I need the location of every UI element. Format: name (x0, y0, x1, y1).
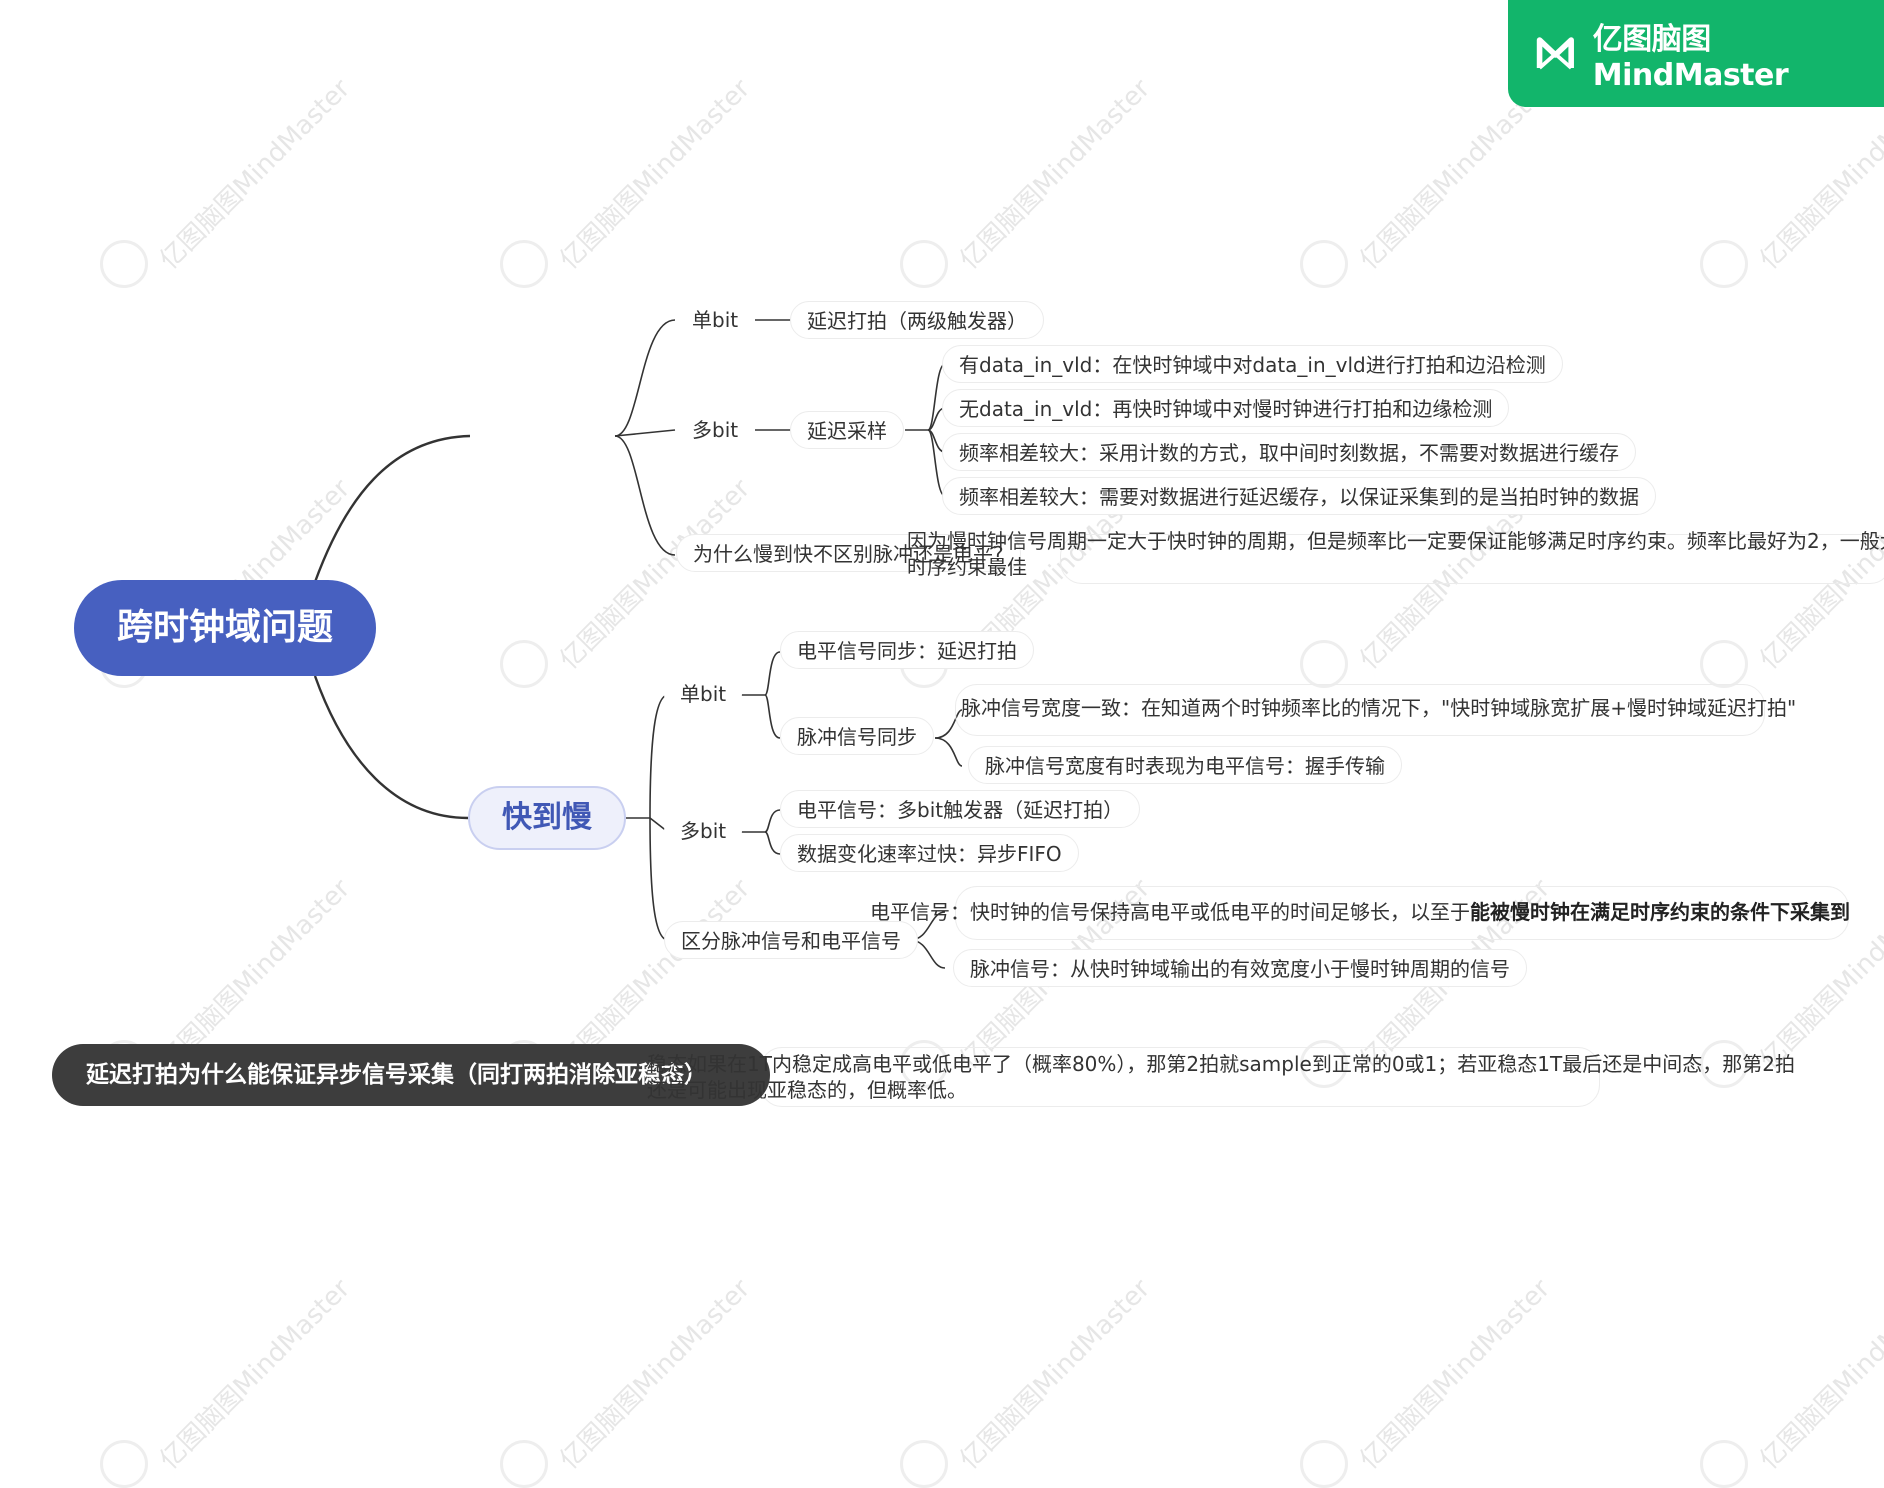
root-topic[interactable]: 跨时钟域问题 (74, 580, 376, 676)
fast-single-bit-node[interactable]: 单bit (664, 675, 743, 713)
slow-multi-item-2[interactable]: 无data_in_vld：再快时钟域中对慢时钟进行打拍和边缘检测 (942, 389, 1510, 427)
mindmaster-logo-icon (1536, 36, 1574, 69)
fast-single-level-sync[interactable]: 电平信号同步：延迟打拍 (780, 631, 1034, 669)
fast-pulse-item-1[interactable]: 脉冲信号宽度一致：在知道两个时钟频率比的情况下，"快时钟域脉宽扩展+慢时钟域延迟… (945, 689, 1812, 727)
slow-why-answer-line-1: 因为慢时钟信号周期一定大于快时钟的周期，但是频率比一定要保证能够满足时序约束。频… (907, 529, 1884, 553)
brand-name: 亿图脑图MindMaster (1592, 22, 1789, 93)
slow-branch-line-why (614, 435, 676, 556)
watermark-logo-icon (1300, 1440, 1348, 1488)
dual-ff-answer[interactable]: 稳态如果在1T内稳定成高电平或低电平了（概率80%），那第2拍就sample到正… (647, 1051, 1795, 1103)
fast-single-pulse-sync[interactable]: 脉冲信号同步 (780, 717, 934, 755)
slow-why-answer[interactable]: 因为慢时钟信号周期一定大于快时钟的周期，但是频率比一定要保证能够满足时序约束。频… (907, 528, 1884, 580)
slow-multi-item-3[interactable]: 频率相差较大：采用计数的方式，取中间时刻数据，不需要对数据进行缓存 (942, 433, 1636, 471)
slow-multi-bit-method[interactable]: 延迟采样 (790, 411, 904, 449)
root-to-fast-slow-line (313, 675, 469, 820)
fast-distinguish-pulse[interactable]: 脉冲信号：从快时钟域输出的有效宽度小于慢时钟周期的信号 (953, 949, 1527, 987)
watermark-logo-icon (100, 1440, 148, 1488)
slow-single-bit-method[interactable]: 延迟打拍（两级触发器） (790, 301, 1044, 339)
root-to-slow-fast-line (313, 434, 471, 583)
watermark-logo-icon (900, 1440, 948, 1488)
fast-to-slow-topic[interactable]: 快到慢 (468, 786, 626, 850)
dual-ff-answer-line-1: 稳态如果在1T内稳定成高电平或低电平了（概率80%），那第2拍就sample到正… (647, 1052, 1795, 1076)
fast-distinguish-level-text: 电平信号：快时钟的信号保持高电平或低电平的时间足够长，以至于 (870, 900, 1470, 924)
fast-distinguish-level-strong: 能被慢时钟在满足时序约束的条件下采集到 (1470, 900, 1850, 924)
fast-distinguish-level[interactable]: 电平信号：快时钟的信号保持高电平或低电平的时间足够长，以至于能被慢时钟在满足时序… (870, 899, 1850, 925)
slow-branch-line-single (614, 319, 676, 437)
slow-single-bit-node[interactable]: 单bit (676, 301, 755, 339)
slow-multi-item-4[interactable]: 频率相差较大：需要对数据进行延迟缓存，以保证采集到的是当拍时钟的数据 (942, 477, 1656, 515)
slow-multi-bit-node[interactable]: 多bit (676, 411, 755, 449)
fast-multi-bit-node[interactable]: 多bit (664, 812, 743, 850)
slow-multi-item-1[interactable]: 有data_in_vld：在快时钟域中对data_in_vld进行打拍和边沿检测 (942, 345, 1563, 383)
slow-why-answer-line-2: 时序约束最佳 (907, 555, 1027, 579)
fast-multi-item-1[interactable]: 电平信号：多bit触发器（延迟打拍） (780, 790, 1141, 828)
watermark-logo-icon (1700, 1440, 1748, 1488)
brand-banner[interactable]: 亿图脑图MindMaster (1508, 0, 1884, 107)
fast-distinguish-node[interactable]: 区分脉冲信号和电平信号 (664, 921, 918, 959)
watermark-logo-icon (500, 1440, 548, 1488)
dual-ff-answer-line-2: 还是可能出现亚稳态的，但概率低。 (647, 1078, 967, 1102)
fast-multi-item-2[interactable]: 数据变化速率过快：异步FIFO (780, 834, 1079, 872)
fast-pulse-item-2[interactable]: 脉冲信号宽度有时表现为电平信号：握手传输 (968, 746, 1402, 784)
